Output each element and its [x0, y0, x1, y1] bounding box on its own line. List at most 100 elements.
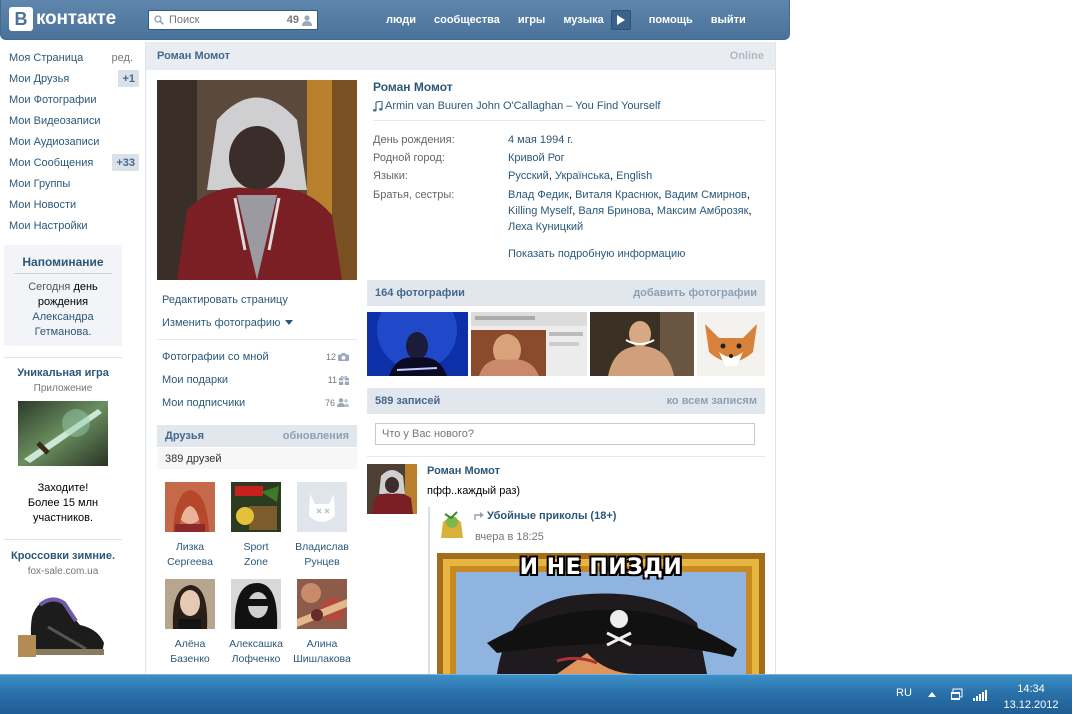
- friends-updates-link[interactable]: обновления: [283, 430, 349, 442]
- nav-games[interactable]: игры: [518, 14, 545, 26]
- edit-page-link[interactable]: Редактировать страницу: [157, 288, 357, 311]
- profile-status[interactable]: Armin van Buuren John O'Callaghan – You …: [373, 100, 765, 112]
- sibling-link[interactable]: Влад Федик: [508, 189, 569, 201]
- nav-my-photos[interactable]: Мои Фотографии: [0, 89, 145, 110]
- ad-sneaker-image[interactable]: [18, 587, 108, 659]
- search-box[interactable]: 49: [148, 10, 318, 30]
- nav-label: Мои Друзья: [9, 72, 70, 85]
- photo-thumb[interactable]: [367, 312, 468, 376]
- post-author-name[interactable]: Роман Момот: [427, 465, 500, 477]
- play-button[interactable]: [610, 10, 631, 30]
- friend-avatar[interactable]: [165, 579, 215, 629]
- ad-game[interactable]: Уникальная игра Приложение Заходите! Бол…: [4, 367, 122, 526]
- info-city: Родной город: Кривой Рог: [373, 150, 758, 166]
- friend-card[interactable]: Владислав Рунцев: [289, 482, 355, 570]
- nav-my-messages[interactable]: Мои Сообщения +33: [0, 152, 145, 173]
- friend-card[interactable]: Алексашка Лофченко: [223, 579, 289, 667]
- nav-music[interactable]: музыка: [563, 14, 603, 26]
- language-indicator[interactable]: RU: [896, 687, 912, 699]
- reminder-person-link[interactable]: Александра Гетманова: [32, 311, 93, 338]
- nav-my-news[interactable]: Мои Новости: [0, 194, 145, 215]
- language-link[interactable]: Русский: [508, 170, 549, 182]
- friends-title[interactable]: Друзья: [165, 430, 204, 442]
- sibling-link[interactable]: Виталя Краснюк: [575, 189, 658, 201]
- info-siblings: Братья, сестры: Влад Федик, Виталя Красн…: [373, 187, 758, 235]
- language-link[interactable]: English: [616, 170, 652, 182]
- friend-name[interactable]: Алексашка Лофченко: [223, 637, 289, 667]
- photo-thumb[interactable]: [590, 312, 694, 376]
- reminder-body: Сегодня день рождения Александра Гетманов…: [4, 274, 122, 340]
- nav-communities[interactable]: сообщества: [434, 14, 500, 26]
- my-followers-link[interactable]: Мои подписчики 76: [157, 391, 357, 414]
- friend-name[interactable]: Sport Zone: [223, 540, 289, 570]
- ad-title: Кроссовки зимние.: [11, 550, 115, 562]
- nav-my-videos[interactable]: Мои Видеозаписи: [0, 110, 145, 131]
- change-photo-link[interactable]: Изменить фотографию: [157, 311, 357, 334]
- all-posts-link[interactable]: ко всем записям: [667, 395, 757, 407]
- search-icon: [154, 15, 164, 25]
- photo-thumb[interactable]: [697, 312, 765, 376]
- friend-name[interactable]: Лизка Сергеева: [157, 540, 223, 570]
- nav-my-settings[interactable]: Мои Настройки: [0, 215, 145, 236]
- sibling-link[interactable]: Вадим Смирнов: [664, 189, 746, 201]
- siblings-value: Влад Федик, Виталя Краснюк, Вадим Смирно…: [508, 189, 752, 233]
- friend-avatar[interactable]: [165, 482, 215, 532]
- repost-time[interactable]: вчера в 18:25: [475, 531, 544, 543]
- sibling-link[interactable]: Валя Бринова: [578, 205, 650, 217]
- friend-card[interactable]: Алёна Базенко: [157, 579, 223, 667]
- friend-name[interactable]: Алина Шишлакова: [289, 637, 355, 667]
- language-link[interactable]: Українська: [555, 170, 610, 182]
- network-icon[interactable]: [950, 688, 964, 702]
- reminder-title: Напоминание: [14, 245, 112, 274]
- vk-logo[interactable]: В контакте: [9, 7, 116, 31]
- nav-my-page[interactable]: Моя Страница ред.: [0, 47, 145, 68]
- sibling-link[interactable]: Леха Куницкий: [508, 221, 583, 233]
- counter-number: 11: [327, 374, 337, 385]
- repost-group-avatar-image: [437, 508, 467, 538]
- my-gifts-link[interactable]: Мои подарки 11: [157, 368, 357, 391]
- sibling-link[interactable]: Killing Myself: [508, 205, 572, 217]
- page-owner-name: Роман Момот: [157, 50, 231, 62]
- photo-thumb[interactable]: [471, 312, 587, 376]
- nav-my-groups[interactable]: Мои Группы: [0, 173, 145, 194]
- nav-my-friends[interactable]: Мои Друзья +1: [0, 68, 145, 89]
- repost-group[interactable]: Убойные приколы (18+): [474, 510, 616, 522]
- profile-photo[interactable]: [157, 80, 357, 280]
- friends-count[interactable]: 389 друзей: [157, 448, 357, 469]
- birthday-link[interactable]: 4 мая 1994 г.: [508, 132, 758, 148]
- friend-name[interactable]: Владислав Рунцев: [289, 540, 355, 570]
- photos-title[interactable]: 164 фотографии: [375, 287, 465, 299]
- nav-logout[interactable]: выйти: [711, 14, 746, 26]
- post-author-avatar[interactable]: [367, 464, 417, 514]
- friend-card[interactable]: Алина Шишлакова: [289, 579, 355, 667]
- person-icon[interactable]: [302, 15, 312, 26]
- post-image[interactable]: И НЕ ПИЗДИ: [437, 553, 765, 674]
- nav-my-audio[interactable]: Мои Аудиозаписи: [0, 131, 145, 152]
- repost-group-avatar[interactable]: [437, 508, 467, 538]
- wall-title[interactable]: 589 записей: [375, 395, 440, 407]
- friend-card[interactable]: Sport Zone: [223, 482, 289, 570]
- friend-name[interactable]: Алёна Базенко: [157, 637, 223, 667]
- tray-expand-icon[interactable]: [928, 691, 936, 697]
- nav-people[interactable]: люди: [386, 14, 416, 26]
- edit-link[interactable]: ред.: [112, 52, 133, 64]
- city-link[interactable]: Кривой Рог: [508, 150, 758, 166]
- ad-sneakers[interactable]: Кроссовки зимние. fox-sale.com.ua: [4, 550, 122, 662]
- system-clock[interactable]: 14:34 13.12.2012: [1000, 681, 1062, 713]
- show-more-link[interactable]: Показать подробную информацию: [508, 246, 758, 262]
- add-photos-link[interactable]: добавить фотографии: [633, 287, 757, 299]
- sibling-link[interactable]: Максим Амброзяк: [657, 205, 749, 217]
- friend-avatar[interactable]: [297, 482, 347, 532]
- online-status: Online: [729, 50, 764, 62]
- ad-game-image[interactable]: [18, 401, 108, 466]
- nav-help[interactable]: помощь: [649, 14, 693, 26]
- friend-card[interactable]: Лизка Сергеева: [157, 482, 223, 570]
- friend-avatar-image: [231, 482, 281, 532]
- friend-avatar[interactable]: [297, 579, 347, 629]
- search-input[interactable]: [169, 13, 279, 27]
- wall-post-input[interactable]: [375, 423, 755, 445]
- signal-strength-icon[interactable]: [973, 689, 989, 701]
- friend-avatar[interactable]: [231, 579, 281, 629]
- photos-with-me-link[interactable]: Фотографии со мной 12: [157, 345, 357, 368]
- friend-avatar[interactable]: [231, 482, 281, 532]
